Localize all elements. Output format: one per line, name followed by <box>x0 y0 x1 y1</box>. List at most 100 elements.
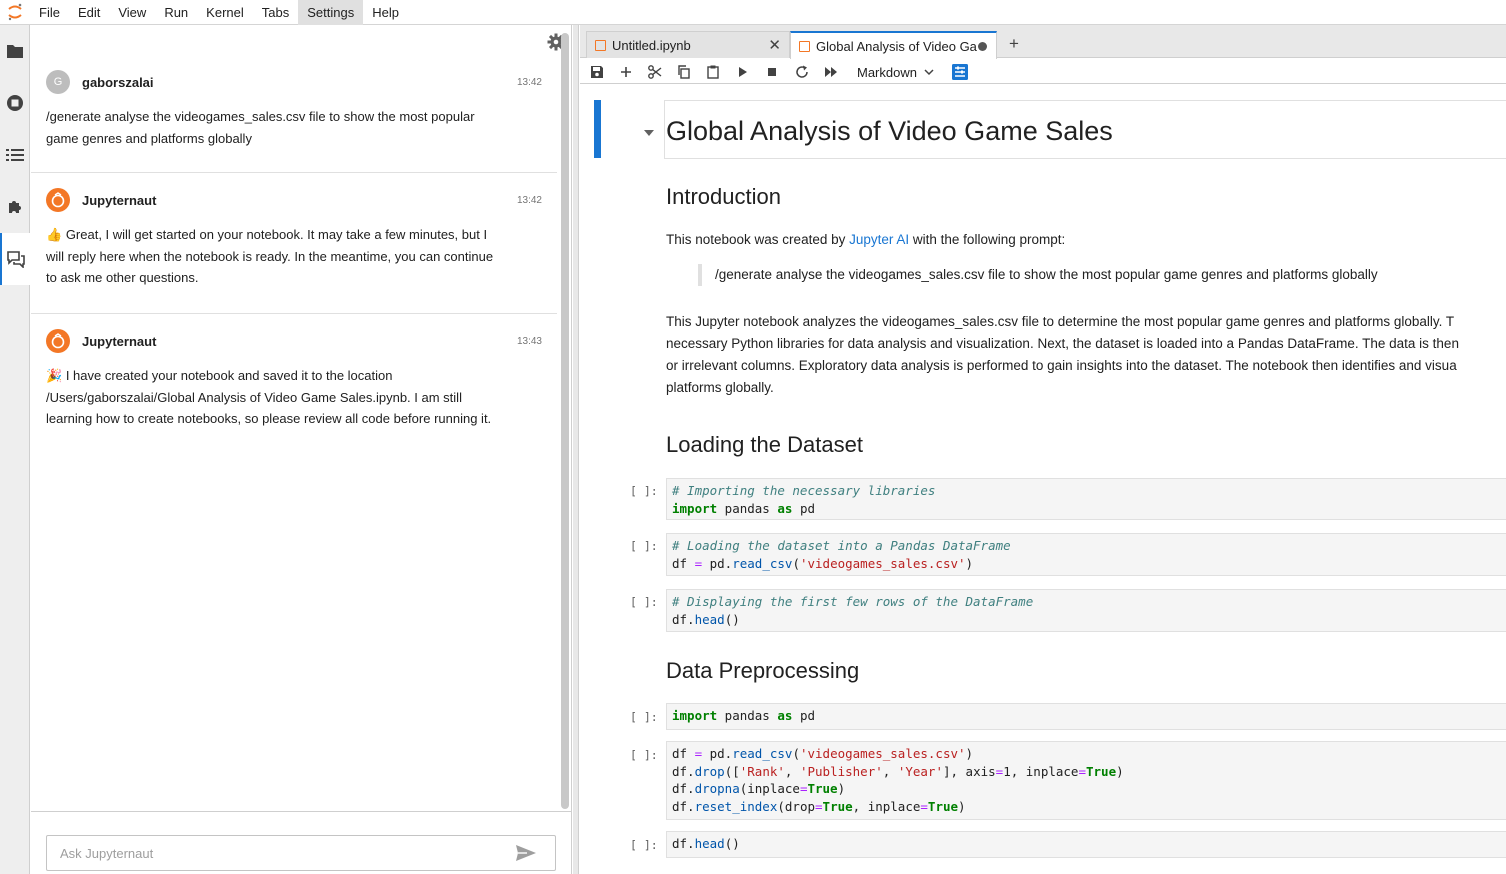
message-line: I have created your notebook and saved i… <box>65 368 393 383</box>
extensions-button[interactable] <box>0 181 30 233</box>
code-cell[interactable]: # Loading the dataset into a Pandas Data… <box>666 533 1506 576</box>
menu-bar: File Edit View Run Kernel Tabs Settings … <box>0 0 1506 25</box>
intro-text-part: with the following prompt: <box>909 232 1066 247</box>
property-inspector-button[interactable] <box>950 62 970 82</box>
notebook-icon <box>595 39 606 51</box>
menu-help[interactable]: Help <box>363 0 408 25</box>
data-preprocessing-heading: Data Preprocessing <box>666 658 860 683</box>
message-time: 13:42 <box>516 194 542 206</box>
tab-bar: Untitled.ipynb ✕ Global Analysis of Vide… <box>580 25 1506 59</box>
refresh-icon <box>796 65 808 78</box>
jupyternaut-avatar <box>46 329 70 353</box>
menu-file[interactable]: File <box>30 0 69 25</box>
list-icon <box>6 149 24 161</box>
message-line: to ask me other questions. <box>46 270 199 285</box>
save-button[interactable] <box>587 62 607 82</box>
jupyter-ai-link[interactable]: Jupyter AI <box>849 232 909 247</box>
insert-cell-button[interactable] <box>616 62 636 82</box>
copy-button[interactable] <box>674 62 694 82</box>
menu-tabs[interactable]: Tabs <box>253 0 298 25</box>
message-line: /generate analyse the videogames_sales.c… <box>46 109 475 124</box>
code-comment: # Displaying the first few rows of the D… <box>672 594 1034 609</box>
tab-label: Untitled.ipynb <box>612 37 691 53</box>
chat-message: Jupyternaut 13:42 👍 Great, I will get st… <box>31 173 557 314</box>
code-cell[interactable]: import pandas as pd <box>666 703 1506 730</box>
menu-settings[interactable]: Settings <box>298 0 364 25</box>
play-icon <box>739 67 747 77</box>
cell-prompt: [ ]: <box>630 595 658 609</box>
send-icon <box>516 845 536 861</box>
message-time: 13:42 <box>516 76 542 88</box>
collapse-heading-button[interactable] <box>643 125 655 140</box>
chat-input[interactable] <box>46 835 556 871</box>
tab-label: Global Analysis of Video Ga <box>816 38 977 54</box>
plus-icon <box>621 67 631 77</box>
menu-edit[interactable]: Edit <box>69 0 109 25</box>
jupyternaut-icon <box>51 333 65 349</box>
stop-icon <box>768 68 776 76</box>
code-cell[interactable]: # Importing the necessary libraries impo… <box>666 478 1506 520</box>
cell-prompt: [ ]: <box>630 838 658 852</box>
intro-text-part: This notebook was created by <box>666 232 850 247</box>
chevron-down-icon <box>924 68 934 75</box>
close-icon[interactable]: ✕ <box>768 36 781 54</box>
menu-view[interactable]: View <box>109 0 155 25</box>
table-of-contents-button[interactable] <box>0 129 30 181</box>
message-body: 👍 Great, I will get started on your note… <box>46 224 546 289</box>
send-button[interactable] <box>515 844 539 862</box>
paste-button[interactable] <box>703 62 723 82</box>
unsaved-dot-icon[interactable] <box>978 41 987 51</box>
copy-icon <box>678 65 690 79</box>
interrupt-button[interactable] <box>762 62 782 82</box>
restart-run-all-button[interactable] <box>821 62 841 82</box>
panel-splitter[interactable] <box>573 25 579 874</box>
code-cell[interactable]: df = pd.read_csv('videogames_sales.csv')… <box>666 741 1506 820</box>
jupyternaut-avatar <box>46 188 70 212</box>
restart-button[interactable] <box>792 62 812 82</box>
chat-footer <box>31 811 571 874</box>
notebook-title: Global Analysis of Video Game Sales <box>666 116 1113 146</box>
paragraph-line: or irrelevant columns. Exploratory data … <box>666 358 1457 373</box>
left-sidebar <box>0 25 30 874</box>
tab-untitled[interactable]: Untitled.ipynb ✕ <box>586 31 790 58</box>
new-tab-button[interactable]: + <box>1003 33 1025 55</box>
cell-type-dropdown[interactable]: Markdown <box>857 62 934 82</box>
chat-scrollbar[interactable] <box>561 33 569 809</box>
clipboard-icon <box>707 65 719 79</box>
menu-kernel[interactable]: Kernel <box>197 0 253 25</box>
running-kernels-button[interactable] <box>0 77 30 129</box>
file-browser-button[interactable] <box>0 25 30 77</box>
stop-circle-icon <box>7 95 23 111</box>
avatar: G <box>46 70 70 94</box>
chat-button[interactable] <box>0 233 30 285</box>
code-cell[interactable]: # Displaying the first few rows of the D… <box>666 589 1506 632</box>
scissors-icon <box>648 65 662 79</box>
party-popper-emoji: 🎉 <box>46 368 63 383</box>
code-cell[interactable]: df.head() <box>666 831 1506 858</box>
run-button[interactable] <box>733 62 753 82</box>
fast-forward-icon <box>825 67 837 77</box>
chat-message: G gaborszalai 13:42 /generate analyse th… <box>31 25 557 173</box>
notebook-content: Global Analysis of Video Game Sales Intr… <box>580 85 1506 874</box>
jupyternaut-icon <box>51 192 65 208</box>
intro-text: This notebook was created by Jupyter AI … <box>666 229 1065 251</box>
message-line: game genres and platforms globally <box>46 130 252 146</box>
paragraph-line: necessary Python libraries for data anal… <box>666 336 1459 351</box>
folder-icon <box>7 45 23 58</box>
introduction-heading: Introduction <box>666 184 781 209</box>
cell-prompt: [ ]: <box>630 748 658 762</box>
cut-button[interactable] <box>645 62 665 82</box>
menu-run[interactable]: Run <box>155 0 197 25</box>
message-line: will reply here when the notebook is rea… <box>46 248 494 264</box>
cell-prompt: [ ]: <box>630 710 658 724</box>
cell-prompt: [ ]: <box>630 484 658 498</box>
chat-panel: G gaborszalai 13:42 /generate analyse th… <box>31 25 572 874</box>
description-paragraph: This Jupyter notebook analyzes the video… <box>666 311 1506 399</box>
property-inspector-icon <box>952 64 968 80</box>
tab-global-analysis[interactable]: Global Analysis of Video Ga <box>790 31 997 59</box>
active-cell-indicator <box>594 100 601 158</box>
message-line: learning how to create notebooks, so ple… <box>46 411 492 426</box>
message-line: Great, I will get started on your notebo… <box>65 227 488 242</box>
prompt-blockquote: /generate analyse the videogames_sales.c… <box>698 264 1378 286</box>
message-author: Jupyternaut <box>82 192 157 208</box>
